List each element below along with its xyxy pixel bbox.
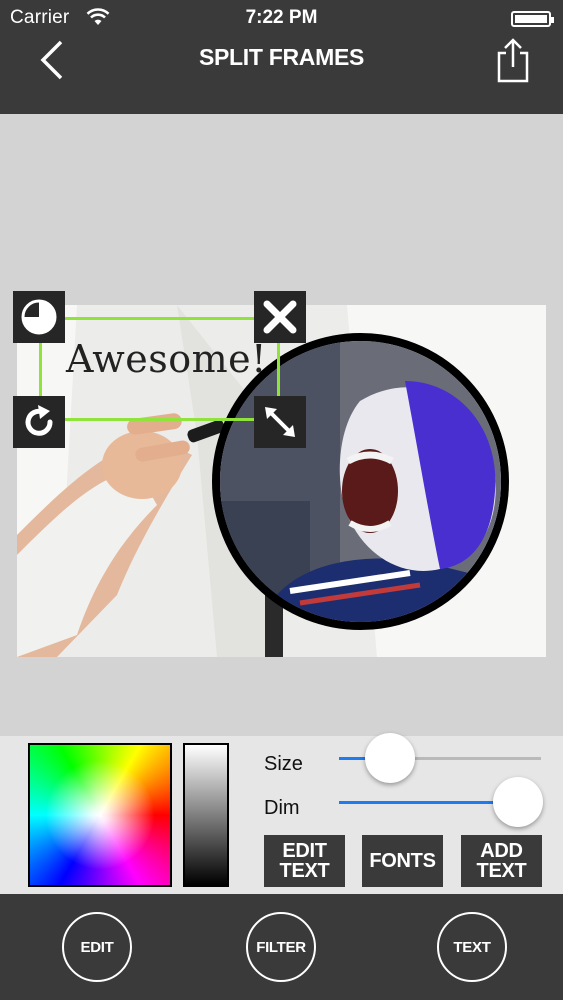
size-slider-thumb[interactable]	[364, 733, 415, 783]
fonts-button[interactable]: FONTS	[362, 835, 443, 887]
tab-edit[interactable]: EDIT	[62, 912, 132, 982]
opacity-handle[interactable]	[13, 291, 65, 343]
tab-text[interactable]: TEXT	[437, 912, 507, 982]
brightness-picker[interactable]	[183, 743, 229, 887]
battery-icon	[511, 11, 554, 27]
status-time: 7:22 PM	[245, 7, 318, 28]
status-bar: Carrier 7:22 PM	[0, 0, 563, 38]
add-text-button[interactable]: ADD TEXT	[461, 835, 542, 887]
top-bar: Carrier 7:22 PM SPLIT FRAMES	[0, 0, 563, 114]
bottom-tab-bar: EDIT FILTER TEXT	[0, 894, 563, 1000]
color-picker[interactable]	[28, 743, 172, 887]
page-title: SPLIT FRAMES	[198, 44, 365, 70]
edit-text-button[interactable]: EDIT TEXT	[264, 835, 345, 887]
size-label: Size	[264, 753, 303, 775]
overlay-text[interactable]: Awesome!	[66, 337, 267, 381]
close-icon	[263, 300, 297, 334]
share-icon	[497, 38, 529, 83]
share-button[interactable]	[493, 36, 533, 84]
dim-label: Dim	[264, 797, 300, 819]
dim-slider-thumb[interactable]	[493, 777, 543, 827]
pie-icon	[21, 299, 57, 335]
rotate-icon	[25, 405, 53, 436]
resize-handle[interactable]	[254, 396, 306, 448]
rotate-handle[interactable]	[13, 396, 65, 448]
delete-handle[interactable]	[254, 291, 306, 343]
resize-icon	[265, 407, 295, 437]
tab-filter[interactable]: FILTER	[246, 912, 316, 982]
